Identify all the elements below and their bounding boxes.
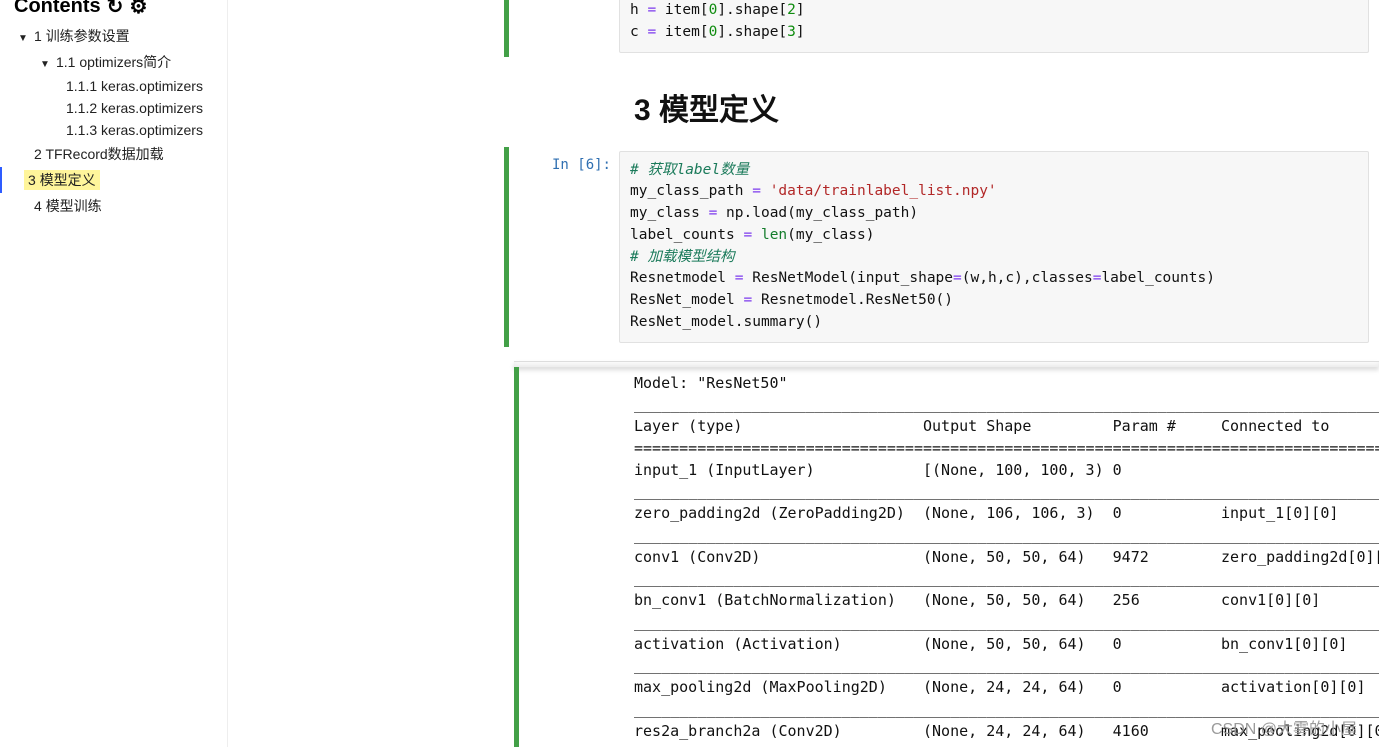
output-row: zero_padding2d (ZeroPadding2D) (None, 10… <box>634 504 1338 522</box>
output-header: Layer (type) Output Shape Param # Connec… <box>634 417 1329 435</box>
cell-output-in6: Model: "ResNet50" ______________________… <box>514 367 1379 747</box>
contents-heading: Contents ↻ ⚙ <box>8 0 227 23</box>
output-row: input_1 (InputLayer) [(None, 100, 100, 3… <box>634 461 1122 479</box>
gear-icon[interactable]: ⚙ <box>129 0 147 19</box>
output-row: conv1 (Conv2D) (None, 50, 50, 64) 9472 z… <box>634 548 1379 566</box>
toc-sidebar: Contents ↻ ⚙ 1 训练参数设置 1.1 optimizers简介 1… <box>0 0 228 747</box>
output-sep: ________________________________________… <box>634 743 1379 747</box>
output-sep: ________________________________________… <box>634 613 1379 631</box>
toc-list: 1 训练参数设置 1.1 optimizers简介 1.1.1 keras.op… <box>8 23 227 219</box>
output-sep: ________________________________________… <box>634 526 1379 544</box>
code-block-in6[interactable]: # 获取label数量 my_class_path = 'data/trainl… <box>619 151 1369 343</box>
prompt-in6: In [6]: <box>509 151 619 343</box>
contents-label: Contents <box>14 0 101 18</box>
prompt-empty <box>509 0 619 53</box>
code-block-prev[interactable]: h = item[0].shape[2] c = item[0].shape[3… <box>619 0 1369 53</box>
toc-item-1-1-1[interactable]: 1.1.1 keras.optimizers <box>8 75 227 97</box>
output-model-line: Model: "ResNet50" <box>634 374 788 392</box>
toc-item-3[interactable]: 3 模型定义 <box>0 167 227 193</box>
output-sep: ________________________________________… <box>634 569 1379 587</box>
output-sep: ________________________________________… <box>634 700 1379 718</box>
refresh-icon[interactable]: ↻ <box>107 0 124 19</box>
output-sep: ________________________________________… <box>634 395 1379 413</box>
toc-item-1[interactable]: 1 训练参数设置 <box>8 23 227 49</box>
section-heading-3: 3 模型定义 <box>634 85 1379 129</box>
output-row: max_pooling2d (MaxPooling2D) (None, 24, … <box>634 678 1366 696</box>
notebook-main: h = item[0].shape[2] c = item[0].shape[3… <box>228 0 1379 747</box>
toc-item-1-1-2[interactable]: 1.1.2 keras.optimizers <box>8 97 227 119</box>
toc-item-4[interactable]: 4 模型训练 <box>8 193 227 219</box>
output-row: bn_conv1 (BatchNormalization) (None, 50,… <box>634 591 1320 609</box>
toc-item-2[interactable]: 2 TFRecord数据加载 <box>8 141 227 167</box>
output-sep: ________________________________________… <box>634 656 1379 674</box>
code-cell-prev: h = item[0].shape[2] c = item[0].shape[3… <box>504 0 1379 57</box>
output-sep: ________________________________________… <box>634 482 1379 500</box>
output-row: activation (Activation) (None, 50, 50, 6… <box>634 635 1347 653</box>
output-row: res2a_branch2a (Conv2D) (None, 24, 24, 6… <box>634 722 1379 740</box>
toc-item-1-1-3[interactable]: 1.1.3 keras.optimizers <box>8 119 227 141</box>
output-sep-thick: ========================================… <box>634 439 1379 457</box>
code-cell-in6: In [6]: # 获取label数量 my_class_path = 'dat… <box>504 147 1379 347</box>
toc-item-1-1[interactable]: 1.1 optimizers简介 <box>8 49 227 75</box>
